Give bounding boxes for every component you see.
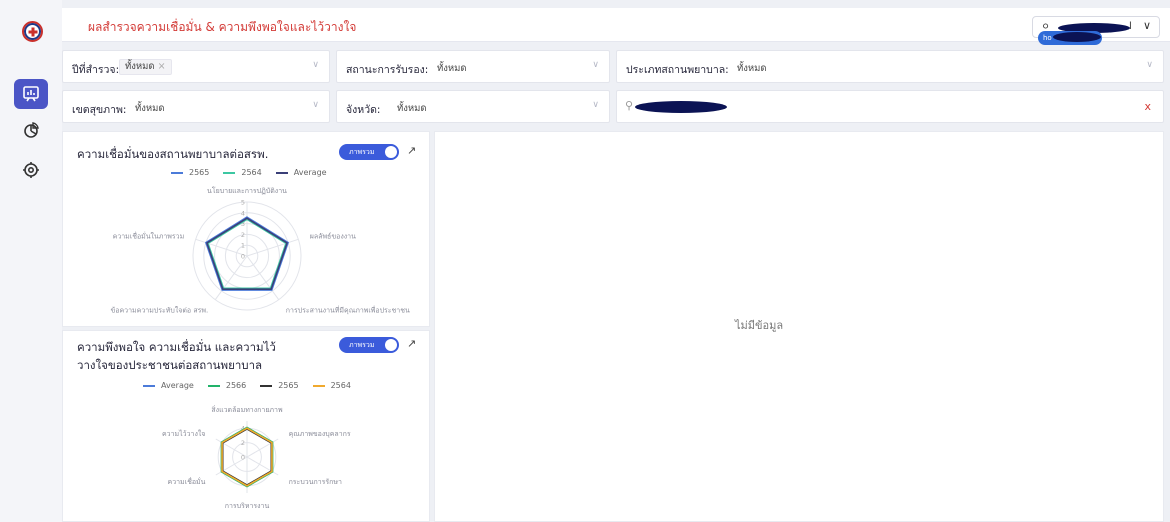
side-nav xyxy=(0,0,62,522)
axis-label: ข้อความความประทับใจต่อ สรพ. xyxy=(111,305,209,314)
region-filter-label: เขตสุขภาพ: xyxy=(72,104,127,116)
status-filter-label: สถานะการรับรอง: xyxy=(346,64,429,76)
axis-label: ความเชื่อมั่น xyxy=(168,477,206,486)
status-filter-value: ทั้งหมด xyxy=(437,63,467,74)
chart2-title-line2: วางใจของประชาชนต่อสถานพยาบาล xyxy=(77,358,263,372)
region-filter-value: ทั้งหมด xyxy=(135,103,165,114)
grid-spoke xyxy=(246,238,299,257)
year-filter[interactable]: ปีที่สำรวจ: ทั้งหมด × ∨ xyxy=(62,50,330,83)
target-icon[interactable] xyxy=(14,155,48,185)
legend-label: 2564 xyxy=(330,381,351,390)
legend-item[interactable]: 2566 xyxy=(207,381,247,390)
chart1-radar: 012345นโยบายและการปฏิบัติงานผลลัพธ์ของงา… xyxy=(111,186,410,314)
legend-label: Average xyxy=(293,168,327,177)
legend-swatch xyxy=(312,384,325,387)
logo-icon[interactable] xyxy=(22,21,43,42)
no-data-text: ไม่มีข้อมูล xyxy=(735,319,784,332)
axis-label: คุณภาพของบุคลากร xyxy=(289,430,351,438)
legend-label: Average xyxy=(161,381,194,390)
legend-swatch xyxy=(143,384,155,387)
year-filter-label: ปีที่สำรวจ: xyxy=(72,64,120,76)
year-filter-chip[interactable]: ทั้งหมด × xyxy=(119,59,172,75)
grid-spoke xyxy=(246,438,279,458)
chart1-legend: 2565 2564 Average xyxy=(171,168,341,177)
redacted-role xyxy=(1053,32,1101,42)
tick-label: 2 xyxy=(241,439,245,447)
toggle-knob xyxy=(385,146,397,158)
detail-panel: ไม่มีข้อมูล xyxy=(434,131,1164,522)
overview-toggle[interactable]: ภาพรวม xyxy=(339,144,399,160)
axis-label: ผลลัพธ์ของงาน xyxy=(310,233,356,241)
legend-item[interactable]: 2564 xyxy=(312,381,351,390)
axis-label: สิ่งแวดล้อมทางกายภาพ xyxy=(211,405,283,414)
grid-spoke xyxy=(246,456,279,476)
legend-label: 2564 xyxy=(241,168,262,177)
hospital-type-filter-label: ประเภทสถานพยาบาล: xyxy=(626,64,729,76)
province-filter-value: ทั้งหมด xyxy=(397,103,427,114)
axis-label: การบริหารงาน xyxy=(225,502,270,510)
dashboard-icon[interactable] xyxy=(14,79,48,109)
chevron-down-icon[interactable]: ∨ xyxy=(592,100,599,110)
page-title: ผลสำรวจความเชื่อมั่น & ความพึงพอใจและไว้… xyxy=(88,20,357,34)
legend-label: 2565 xyxy=(189,168,210,177)
chart1-title: ความเชื่อมั่นของสถานพยาบาลต่อสรพ. xyxy=(77,147,269,161)
legend-item[interactable]: 2565 xyxy=(171,168,209,177)
legend-swatch xyxy=(207,384,220,387)
province-filter-label: จังหวัด: xyxy=(346,104,381,116)
legend-item[interactable]: 2565 xyxy=(260,381,299,390)
toggle-knob xyxy=(385,339,397,351)
toggle-label: ภาพรวม xyxy=(349,148,375,156)
legend-item[interactable]: Average xyxy=(143,381,194,390)
chevron-down-icon[interactable]: ∨ xyxy=(312,100,319,110)
external-link-icon[interactable]: ↗ xyxy=(407,337,416,350)
tick-label: 4 xyxy=(241,209,245,217)
satisfaction-chart-panel: ความพึงพอใจ ความเชื่อมั่น และความไว้ วาง… xyxy=(62,330,430,522)
grid-spoke xyxy=(195,238,248,257)
chevron-down-icon[interactable]: ∨ xyxy=(312,60,319,70)
legend-label: 2566 xyxy=(225,381,247,390)
tick-label: 2 xyxy=(241,231,245,239)
year-filter-value: ทั้งหมด xyxy=(125,61,155,72)
axis-label: ความไว้วางใจ xyxy=(162,429,205,438)
legend-swatch xyxy=(171,171,183,174)
axis-label: กระบวนการรักษา xyxy=(289,478,342,486)
chart2-radar: 024สิ่งแวดล้อมทางกายภาพคุณภาพของบุคลากรก… xyxy=(162,405,351,510)
axis-label: การประสานงานที่มีคุณภาพเพื่อประชาชน xyxy=(286,305,410,314)
tick-label: 0 xyxy=(241,253,245,261)
redacted-search-value xyxy=(635,101,727,113)
overview-toggle[interactable]: ภาพรวม xyxy=(339,337,399,353)
top-header: ผลสำรวจความเชื่อมั่น & ความพึงพอใจและไว้… xyxy=(62,8,1170,42)
tick-label: 5 xyxy=(241,199,245,207)
legend-swatch xyxy=(223,171,236,174)
region-filter[interactable]: เขตสุขภาพ: ทั้งหมด ∨ xyxy=(62,90,330,123)
axis-label: นโยบายและการปฏิบัติงาน xyxy=(207,186,287,195)
legend-item[interactable]: 2564 xyxy=(223,168,262,177)
legend-swatch xyxy=(260,384,273,387)
legend-item[interactable]: Average xyxy=(275,168,327,177)
pie-chart-icon[interactable] xyxy=(14,115,48,145)
chart2-legend: Average 2566 2565 2564 xyxy=(143,381,365,390)
tick-label: 1 xyxy=(241,242,245,250)
tick-label: 0 xyxy=(241,454,245,462)
hospital-type-filter[interactable]: ประเภทสถานพยาบาล: ทั้งหมด ∨ xyxy=(616,50,1164,83)
chevron-down-icon[interactable]: ∨ xyxy=(592,60,599,70)
hospital-type-filter-value: ทั้งหมด xyxy=(737,63,767,74)
legend-swatch xyxy=(275,171,288,174)
toggle-label: ภาพรวม xyxy=(349,341,375,349)
close-icon[interactable]: × xyxy=(158,61,166,72)
chevron-down-icon[interactable]: ∨ xyxy=(1146,60,1153,70)
province-filter[interactable]: จังหวัด: ทั้งหมด ∨ xyxy=(336,90,610,123)
close-icon[interactable]: x xyxy=(1144,100,1151,113)
status-filter[interactable]: สถานะการรับรอง: ทั้งหมด ∨ xyxy=(336,50,610,83)
confidence-chart-panel: ความเชื่อมั่นของสถานพยาบาลต่อสรพ. ภาพรวม… xyxy=(62,131,430,327)
search-input[interactable]: ⚲ x xyxy=(616,90,1164,123)
search-icon: ⚲ xyxy=(625,99,634,112)
chevron-down-icon[interactable]: ∨ xyxy=(1143,19,1151,32)
chart2-title-line1: ความพึงพอใจ ความเชื่อมั่น และความไว้ xyxy=(77,340,276,354)
legend-label: 2565 xyxy=(278,381,299,390)
axis-label: ความเชื่อมั่นในภาพรวม xyxy=(113,232,185,241)
user-initial: l xyxy=(1129,21,1132,32)
external-link-icon[interactable]: ↗ xyxy=(407,144,416,157)
